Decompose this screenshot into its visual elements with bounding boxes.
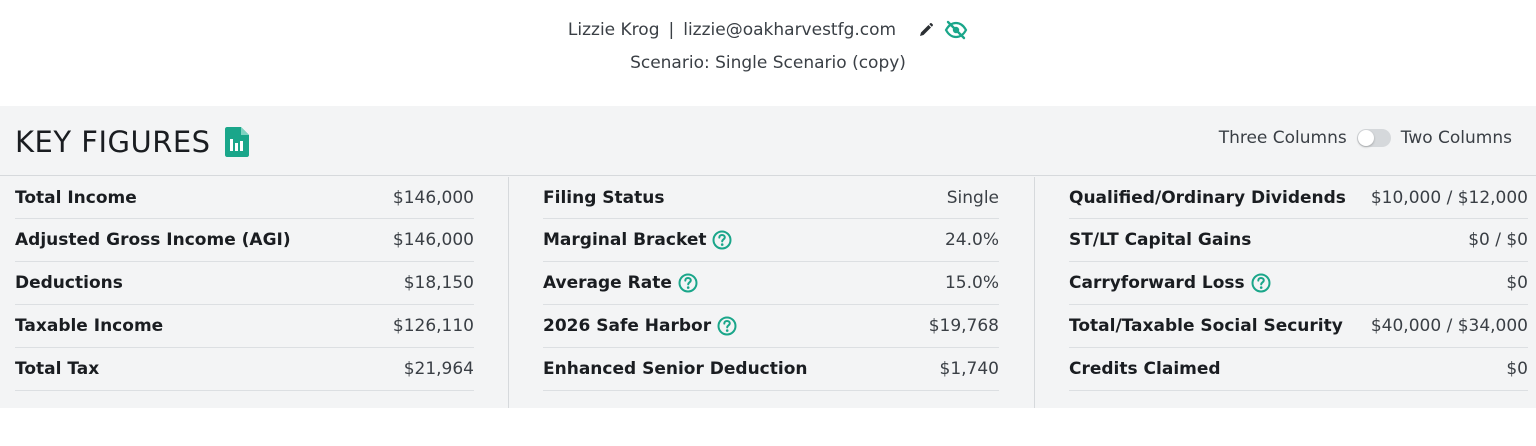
user-email: lizzie@oakharvestfg.com bbox=[683, 20, 897, 40]
figure-label: Average Rate bbox=[543, 273, 698, 293]
page-header: Lizzie Krog | lizzie@oakharvestfg.com Sc… bbox=[0, 0, 1536, 106]
figure-value: $146,000 bbox=[392, 187, 474, 208]
figure-label-text: Total Income bbox=[15, 187, 137, 208]
figures-column-2: Filing Status Single Marginal Bracket 24.0%… bbox=[508, 177, 1034, 408]
figure-label: Carryforward Loss bbox=[1069, 273, 1271, 293]
figure-label: Marginal Bracket bbox=[543, 230, 732, 250]
figure-label: Filing Status bbox=[543, 188, 664, 208]
figure-label-text: Filing Status bbox=[543, 187, 665, 208]
scenario-label: Scenario: Single Scenario (copy) bbox=[630, 53, 906, 73]
figure-row: Enhanced Senior Deduction $1,740 bbox=[543, 348, 999, 391]
key-figures-grid: Total Income $146,000 Adjusted Gross Incom… bbox=[0, 177, 1536, 408]
figure-label: ST/LT Capital Gains bbox=[1069, 230, 1251, 250]
figure-label: Deductions bbox=[15, 273, 123, 293]
figure-label-text: Average Rate bbox=[543, 273, 672, 293]
figure-label: Qualified/Ordinary Dividends bbox=[1069, 188, 1346, 208]
key-figures-panel: KEY FIGURES Three Columns Two Columns To… bbox=[0, 106, 1536, 408]
figure-label-text: Taxable Income bbox=[15, 316, 164, 336]
figure-row: Total Income $146,000 bbox=[15, 177, 474, 219]
figures-column-1: Total Income $146,000 Adjusted Gross Incom… bbox=[0, 177, 508, 408]
key-figures-title-group: KEY FIGURES bbox=[15, 125, 249, 159]
figure-label: Adjusted Gross Income (AGI) bbox=[15, 230, 291, 250]
figure-value: 24.0% bbox=[944, 230, 999, 250]
help-icon[interactable] bbox=[1251, 273, 1271, 293]
figure-label: Total/Taxable Social Security bbox=[1069, 316, 1343, 336]
help-icon[interactable] bbox=[717, 316, 737, 336]
figure-label-text: ST/LT Capital Gains bbox=[1069, 230, 1252, 250]
figure-value: $1,740 bbox=[939, 359, 999, 379]
figure-value: $21,964 bbox=[403, 359, 474, 379]
figure-value: $0 bbox=[1506, 359, 1528, 379]
column-layout-toggle: Three Columns Two Columns bbox=[1219, 128, 1512, 148]
toggle-knob bbox=[1357, 130, 1374, 146]
figure-label-text: Total/Taxable Social Security bbox=[1069, 316, 1343, 336]
figure-label-text: Total Tax bbox=[15, 359, 100, 379]
figure-value: $0 bbox=[1506, 273, 1528, 293]
help-icon[interactable] bbox=[678, 273, 698, 293]
figure-row: Total Tax $21,964 bbox=[15, 348, 474, 391]
three-columns-label[interactable]: Three Columns bbox=[1219, 128, 1347, 148]
figure-label-text: 2026 Safe Harbor bbox=[543, 316, 712, 336]
figure-row: 2026 Safe Harbor $19,768 bbox=[543, 305, 999, 348]
key-figures-title: KEY FIGURES bbox=[15, 125, 211, 159]
user-name: Lizzie Krog bbox=[567, 20, 660, 40]
report-file-icon[interactable] bbox=[224, 127, 249, 157]
figure-value: 15.0% bbox=[944, 273, 999, 293]
figure-row: Deductions $18,150 bbox=[15, 262, 474, 305]
pencil-icon[interactable] bbox=[914, 18, 938, 42]
eye-off-icon[interactable] bbox=[944, 18, 968, 42]
two-columns-label[interactable]: Two Columns bbox=[1401, 128, 1512, 148]
help-icon[interactable] bbox=[712, 230, 732, 250]
figure-row: Filing Status Single bbox=[543, 177, 999, 219]
figure-label: 2026 Safe Harbor bbox=[543, 316, 737, 336]
figure-row: Total/Taxable Social Security $40,000 / $… bbox=[1069, 305, 1528, 348]
figure-value: $126,110 bbox=[392, 316, 474, 336]
figure-value: $10,000 / $12,000 bbox=[1370, 187, 1528, 208]
figure-value: $0 / $0 bbox=[1468, 230, 1528, 250]
figure-label-text: Adjusted Gross Income (AGI) bbox=[15, 230, 291, 250]
figure-value: $18,150 bbox=[403, 273, 474, 293]
figure-label-text: Credits Claimed bbox=[1069, 359, 1221, 379]
figure-label-text: Qualified/Ordinary Dividends bbox=[1069, 187, 1346, 208]
user-separator: | bbox=[668, 20, 675, 40]
figure-row: Carryforward Loss $0 bbox=[1069, 262, 1528, 305]
figure-label-text: Enhanced Senior Deduction bbox=[543, 359, 808, 379]
key-figures-header: KEY FIGURES Three Columns Two Columns bbox=[0, 106, 1536, 176]
figure-label: Total Income bbox=[15, 188, 137, 208]
user-info: Lizzie Krog | lizzie@oakharvestfg.com bbox=[0, 18, 1536, 42]
figures-column-3: Qualified/Ordinary Dividends $10,000 / $1… bbox=[1034, 177, 1536, 408]
figure-value: $19,768 bbox=[928, 316, 999, 336]
figure-value: Single bbox=[946, 187, 999, 208]
figure-label-text: Deductions bbox=[15, 273, 123, 293]
figure-row: Qualified/Ordinary Dividends $10,000 / $1… bbox=[1069, 177, 1528, 219]
figure-row: ST/LT Capital Gains $0 / $0 bbox=[1069, 219, 1528, 262]
figure-row: Adjusted Gross Income (AGI) $146,000 bbox=[15, 219, 474, 262]
figure-label: Total Tax bbox=[15, 359, 99, 379]
column-toggle-switch[interactable] bbox=[1356, 129, 1391, 147]
figure-label: Credits Claimed bbox=[1069, 359, 1221, 379]
figure-label-text: Carryforward Loss bbox=[1069, 273, 1245, 293]
figure-value: $146,000 bbox=[392, 230, 474, 250]
figure-row: Taxable Income $126,110 bbox=[15, 305, 474, 348]
figure-label: Taxable Income bbox=[15, 316, 163, 336]
figure-value: $40,000 / $34,000 bbox=[1370, 316, 1528, 336]
figure-row: Credits Claimed $0 bbox=[1069, 348, 1528, 391]
figure-label: Enhanced Senior Deduction bbox=[543, 359, 808, 379]
figure-row: Marginal Bracket 24.0% bbox=[543, 219, 999, 262]
figure-row: Average Rate 15.0% bbox=[543, 262, 999, 305]
figure-label-text: Marginal Bracket bbox=[543, 230, 707, 250]
